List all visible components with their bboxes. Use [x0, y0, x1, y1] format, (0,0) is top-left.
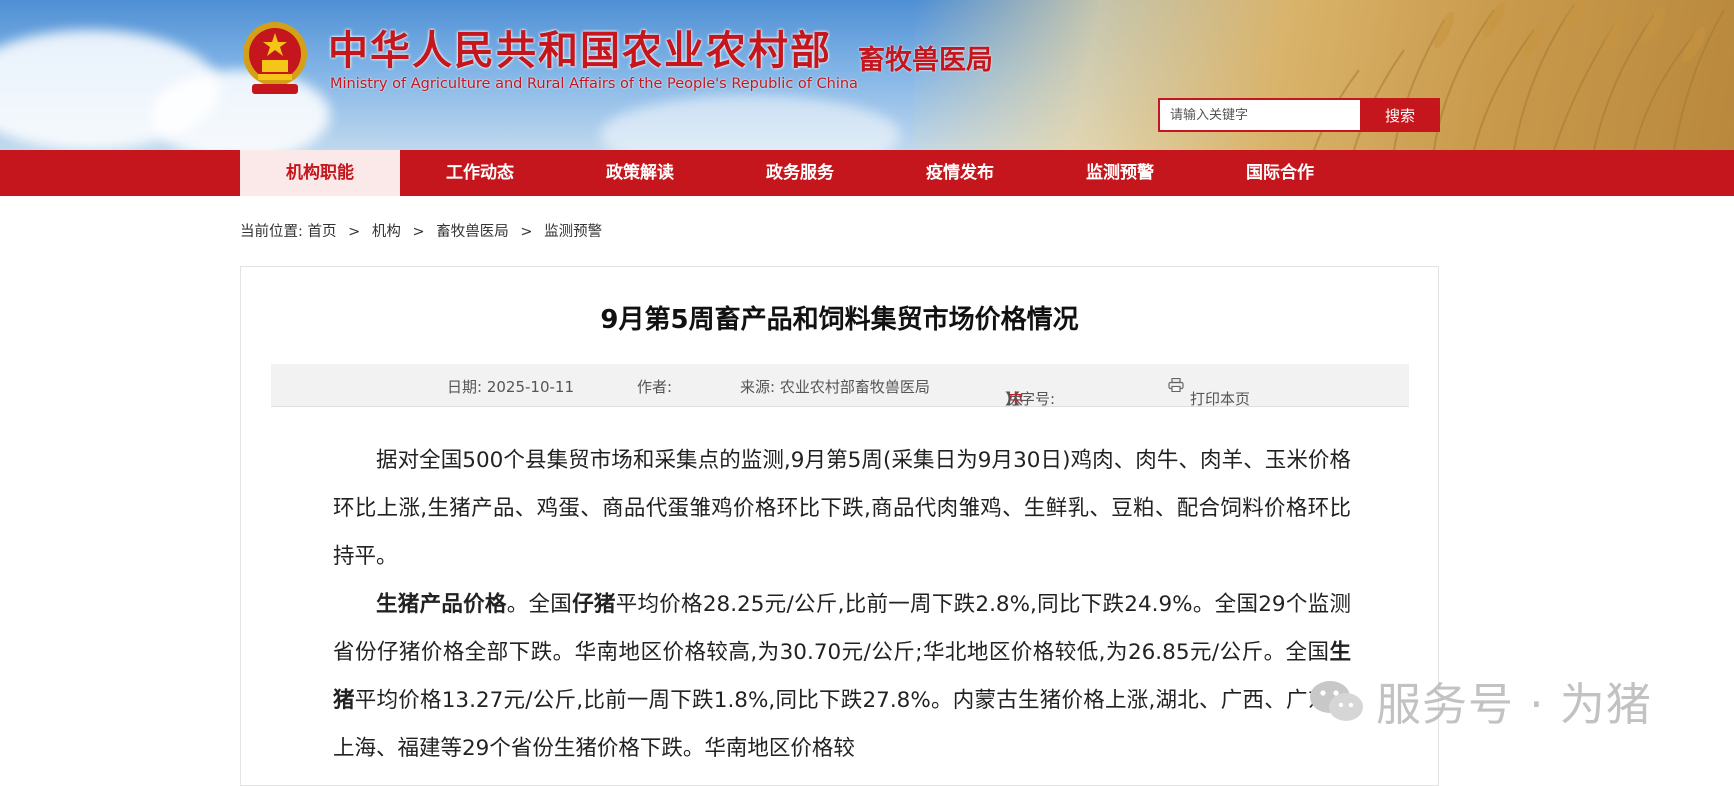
- search-button[interactable]: 搜索: [1360, 98, 1440, 132]
- article-paragraph: 生猪产品价格。全国仔猪平均价格28.25元/公斤,比前一周下跌2.8%,同比下跌…: [333, 581, 1351, 773]
- watermark: 服务号 · 为猪: [1308, 668, 1652, 733]
- breadcrumb-link-agency[interactable]: 机构: [372, 224, 401, 240]
- site-title-english: Ministry of Agriculture and Rural Affair…: [330, 76, 858, 92]
- breadcrumb-separator: >: [412, 224, 425, 240]
- nav-item-yiqing-fabu[interactable]: 疫情发布: [880, 150, 1040, 196]
- national-emblem-icon: [243, 22, 307, 94]
- nav-item-jigou-zhineng[interactable]: 机构职能: [240, 150, 400, 196]
- wechat-icon: [1310, 680, 1363, 721]
- article-author: 作者:: [637, 378, 673, 396]
- breadcrumb-link-department[interactable]: 畜牧兽医局: [436, 224, 509, 240]
- breadcrumb-separator: >: [520, 224, 533, 240]
- paragraph-text: 平均价格13.27元/公斤,比前一周下跌1.8%,同比下跌27.8%。内蒙古生猪…: [333, 688, 1351, 761]
- nav-item-jiance-yujing[interactable]: 监测预警: [1040, 150, 1200, 196]
- printer-icon: [1168, 378, 1184, 392]
- keyword-piglet: 仔猪: [572, 592, 616, 617]
- font-size-suffix: 】: [1005, 390, 1021, 408]
- nav-item-gongzuo-dongtai[interactable]: 工作动态: [400, 150, 560, 196]
- breadcrumb-link-home[interactable]: 首页: [308, 224, 337, 240]
- breadcrumb-prefix: 当前位置:: [240, 224, 303, 240]
- article-card: 9月第5周畜产品和饲料集贸市场价格情况 日期: 2025-10-11 作者: 来…: [240, 266, 1439, 786]
- department-name: 畜牧兽医局: [858, 45, 993, 76]
- nav-item-zhengce-jiedu[interactable]: 政策解读: [560, 150, 720, 196]
- breadcrumb-link-monitoring[interactable]: 监测预警: [544, 224, 602, 240]
- site-title[interactable]: 中华人民共和国农业农村部: [328, 18, 832, 76]
- article-body: 据对全国500个县集贸市场和采集点的监测,9月第5周(采集日为9月30日)鸡肉、…: [333, 437, 1351, 773]
- article-meta-bar: 日期: 2025-10-11 作者: 来源: 农业农村部畜牧兽医局 【字号: 大中…: [271, 364, 1409, 408]
- header-banner: 中华人民共和国农业农村部 Ministry of Agriculture and…: [0, 0, 1734, 150]
- breadcrumb: 当前位置: 首页 > 机构 > 畜牧兽医局 > 监测预警: [240, 220, 602, 241]
- main-nav: 机构职能 工作动态 政策解读 政务服务 疫情发布 监测预警 国际合作: [0, 150, 1734, 196]
- nav-list: 机构职能 工作动态 政策解读 政务服务 疫情发布 监测预警 国际合作: [240, 150, 1360, 196]
- search-box: 搜索: [1158, 98, 1440, 132]
- article-source: 来源: 农业农村部畜牧兽医局: [740, 378, 930, 396]
- breadcrumb-separator: >: [348, 224, 361, 240]
- print-page-button[interactable]: 打印本页: [1168, 376, 1250, 408]
- section-heading-pig-prices: 生猪产品价格: [376, 592, 507, 617]
- article-title: 9月第5周畜产品和饲料集贸市场价格情况: [600, 305, 1079, 335]
- search-input[interactable]: [1158, 98, 1360, 132]
- watermark-text: 服务号 · 为猪: [1376, 678, 1652, 731]
- nav-item-guoji-hezuo[interactable]: 国际合作: [1200, 150, 1360, 196]
- paragraph-text: 。全国: [506, 592, 573, 617]
- cloud-decoration: [600, 95, 900, 150]
- article-date: 日期: 2025-10-11: [447, 378, 574, 396]
- nav-item-zhengwu-fuwu[interactable]: 政务服务: [720, 150, 880, 196]
- article-paragraph: 据对全国500个县集贸市场和采集点的监测,9月第5周(采集日为9月30日)鸡肉、…: [333, 448, 1351, 569]
- print-page-label: 打印本页: [1190, 390, 1251, 408]
